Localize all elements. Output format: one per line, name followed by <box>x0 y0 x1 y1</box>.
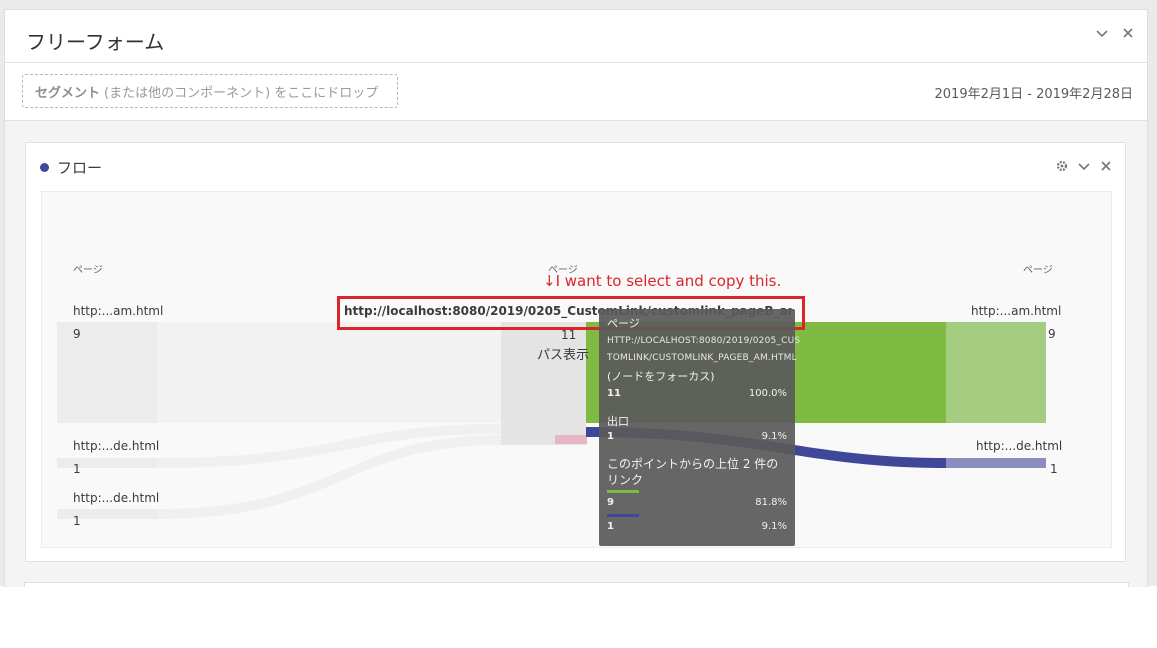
tooltip-link-2-pct: 9.1% <box>761 521 787 532</box>
tooltip-exit-row: 1 9.1% <box>607 431 787 442</box>
left-node-2-value: 1 <box>73 462 81 476</box>
left-node-1-value: 9 <box>73 327 81 341</box>
segment-label: セグメント <box>35 85 101 101</box>
mid-node-value: 11 <box>561 328 577 342</box>
right-node-2-bar[interactable] <box>946 458 1046 468</box>
tooltip-link-2-row: 1 9.1% <box>607 521 787 532</box>
tooltip-exit-label: 出口 <box>607 415 629 428</box>
chevron-down-icon[interactable] <box>1077 159 1091 173</box>
right-node-2-label[interactable]: http:...de.html <box>976 439 1062 453</box>
status-dot <box>40 163 49 172</box>
tooltip-node-pct: 100.0% <box>748 388 787 399</box>
annotation-text: ↓I want to select and copy this. <box>543 272 782 290</box>
tooltip-type: ページ <box>607 317 640 330</box>
tooltip-link-1-row: 9 81.8% <box>607 497 787 508</box>
tooltip-link-1-pct: 81.8% <box>755 497 787 508</box>
viz-title: フロー <box>40 157 102 178</box>
freeform-panel: フリーフォーム セグメント (または他のコンポーネント) をここにドロップ 20… <box>4 9 1148 587</box>
tooltip-link-1-value: 9 <box>607 497 614 508</box>
left-node-2-bar[interactable] <box>57 458 157 468</box>
tooltip-node-value: 11 <box>607 388 621 399</box>
left-node-3-bar[interactable] <box>57 509 157 519</box>
tooltip-url-line2: TOMLINK/CUSTOMLINK_PAGEB_AM.HTML <box>607 353 797 363</box>
link-left1-mid <box>157 322 501 423</box>
segment-hint: (または他のコンポーネント) をここにドロップ <box>104 85 379 101</box>
path-display-label[interactable]: パス表示 <box>537 344 589 363</box>
viz-title-text: フロー <box>57 159 103 177</box>
tooltip-focus-link[interactable]: (ノードをフォーカス) <box>607 368 787 384</box>
right-node-1-bar[interactable] <box>946 322 1046 423</box>
right-node-2-value: 1 <box>1050 462 1058 476</box>
next-panel-edge <box>24 582 1129 587</box>
tooltip-exit-pct: 9.1% <box>761 431 787 442</box>
panel-controls <box>1095 26 1135 40</box>
viz-controls <box>1055 159 1113 173</box>
left-node-1-bar[interactable] <box>57 322 157 423</box>
chevron-down-icon[interactable] <box>1095 26 1109 40</box>
right-node-1-label[interactable]: http:...am.html <box>971 304 1061 318</box>
panel-title: フリーフォーム <box>26 30 165 54</box>
tooltip-exit-value: 1 <box>607 431 614 442</box>
flow-canvas <box>41 191 1112 548</box>
mid-node-exit <box>555 435 587 444</box>
gear-icon[interactable] <box>1055 159 1069 173</box>
left-node-3-value: 1 <box>73 514 81 528</box>
date-range[interactable]: 2019年2月1日 - 2019年2月28日 <box>935 83 1133 102</box>
left-node-2-label[interactable]: http:...de.html <box>73 439 159 453</box>
col-left-header: ページ <box>73 265 103 276</box>
left-node-1-label[interactable]: http:...am.html <box>73 304 163 318</box>
right-node-1-value: 9 <box>1048 327 1056 341</box>
left-node-3-label[interactable]: http:...de.html <box>73 491 159 505</box>
tooltip-link-2-value: 1 <box>607 521 614 532</box>
segment-dropzone[interactable]: セグメント (または他のコンポーネント) をここにドロップ <box>22 74 398 108</box>
close-icon[interactable] <box>1121 26 1135 40</box>
tooltip-url-line1: HTTP://LOCALHOST:8080/2019/0205_CUS <box>607 336 801 346</box>
tooltip-link-1-swatch <box>607 490 639 493</box>
col-right-header: ページ <box>1023 265 1053 276</box>
close-icon[interactable] <box>1099 159 1113 173</box>
tooltip-node-row: 11 100.0% <box>607 388 787 399</box>
flow-diagram <box>57 322 1046 519</box>
tooltip-links-title: このポイントからの上位 2 件のリンク <box>607 457 779 487</box>
node-tooltip: ページ HTTP://LOCALHOST:8080/2019/0205_CUS … <box>599 309 801 546</box>
header-divider <box>5 62 1147 63</box>
tooltip-link-2-swatch <box>607 514 639 517</box>
